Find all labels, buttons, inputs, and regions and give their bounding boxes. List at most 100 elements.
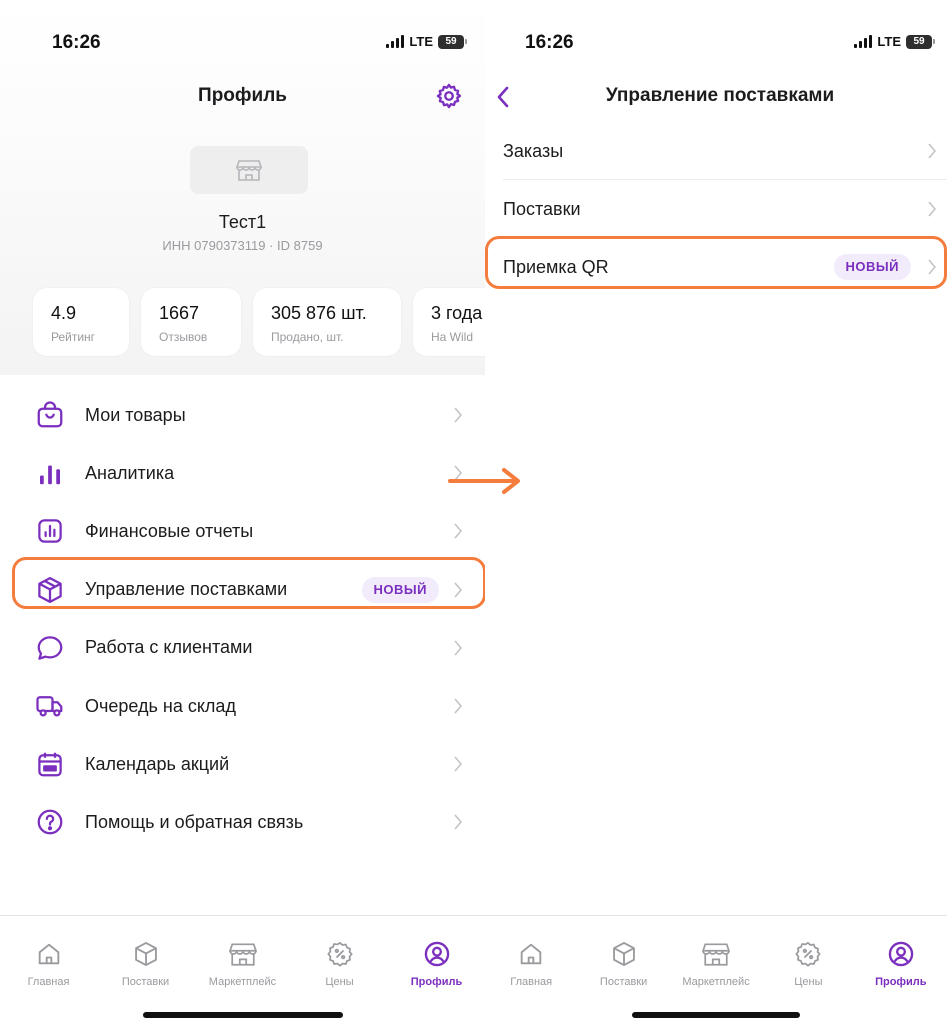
- stat-label: Отзывов: [159, 330, 208, 344]
- tab-profile[interactable]: Профиль: [388, 940, 485, 988]
- chevron-right-icon: [928, 201, 937, 217]
- store-icon: [236, 160, 262, 181]
- status-bar: 16:26 LTE 59: [485, 0, 947, 80]
- tab-marketplace[interactable]: Маркетплейс: [194, 940, 291, 988]
- report-icon: [38, 519, 62, 544]
- tab-label: Профиль: [410, 976, 463, 988]
- menu-item-promo-calendar[interactable]: Календарь акций: [0, 735, 485, 793]
- profile-screen: 16:26 LTE 59 Профиль Тест1 ИНН 079037311…: [0, 0, 485, 1030]
- home-indicator: [632, 1012, 800, 1018]
- menu-item-customer-work[interactable]: Работа с клиентами: [0, 619, 485, 677]
- menu-item-analytics[interactable]: Аналитика: [0, 444, 485, 502]
- menu-item-help[interactable]: Помощь и обратная связь: [0, 793, 485, 851]
- chat-bubble-icon: [37, 636, 63, 660]
- network-label: LTE: [409, 34, 433, 49]
- tab-profile[interactable]: Профиль: [855, 940, 947, 988]
- chevron-right-icon: [454, 407, 463, 423]
- menu-item-orders[interactable]: Заказы: [485, 122, 947, 180]
- tab-home[interactable]: Главная: [0, 940, 97, 988]
- shop-name: Тест1: [218, 212, 267, 232]
- shop-avatar[interactable]: [190, 146, 308, 194]
- home-indicator: [142, 1012, 343, 1018]
- tab-label: Главная: [27, 976, 70, 988]
- battery-icon: 59: [438, 34, 467, 49]
- stat-card-sold: 305 876 шт. Продано, шт.: [253, 288, 401, 356]
- status-indicators: LTE 59: [854, 34, 935, 49]
- tab-label: Главная: [510, 976, 553, 988]
- sale-calendar-icon: [38, 752, 62, 777]
- store-icon: [702, 943, 731, 966]
- bar-chart-icon: [40, 465, 60, 485]
- battery-level: 59: [906, 34, 932, 49]
- box-icon: [612, 941, 635, 967]
- gear-icon[interactable]: [435, 82, 463, 110]
- menu-item-supplies[interactable]: Поставки: [485, 180, 947, 238]
- menu-item-label: Календарь акций: [85, 753, 230, 774]
- profile-icon: [424, 941, 449, 967]
- stat-label: На Wild: [431, 330, 474, 344]
- shop-meta: ИНН 0790373119 · ID 8759: [162, 238, 323, 253]
- chevron-right-icon: [454, 640, 463, 656]
- bag-icon: [37, 401, 63, 428]
- status-time: 16:26: [525, 32, 574, 53]
- percent-badge-icon: [795, 942, 821, 967]
- stat-label: Продано, шт.: [271, 330, 344, 344]
- page-title: Профиль: [198, 85, 287, 106]
- status-indicators: LTE 59: [386, 34, 467, 49]
- menu-item-label: Очередь на склад: [85, 695, 236, 716]
- profile-menu: Мои товары Аналитика Финансовые отчеты У…: [0, 386, 485, 852]
- status-time: 16:26: [52, 32, 101, 53]
- tab-label: Цены: [325, 976, 354, 988]
- battery-icon: 59: [906, 34, 935, 49]
- chevron-right-icon: [928, 143, 937, 159]
- chevron-right-icon: [454, 698, 463, 714]
- tab-label: Поставки: [599, 976, 648, 988]
- tab-supplies[interactable]: Поставки: [97, 940, 194, 988]
- box-icon: [134, 941, 157, 967]
- chevron-right-icon: [454, 756, 463, 772]
- supply-management-screen: 16:26 LTE 59 Управление поставками Заказ…: [485, 0, 947, 1030]
- signal-icon: [386, 35, 405, 48]
- tab-label: Цены: [794, 976, 823, 988]
- page-title: Управление поставками: [605, 85, 835, 106]
- menu-item-label: Аналитика: [85, 462, 175, 483]
- tab-home[interactable]: Главная: [485, 940, 577, 988]
- profile-icon: [888, 941, 914, 967]
- truck-icon: [36, 696, 63, 717]
- home-icon: [520, 943, 542, 965]
- arrow-right-icon: [448, 468, 520, 494]
- highlight-frame: [12, 557, 485, 609]
- menu-item-label: Работа с клиентами: [85, 637, 253, 658]
- tab-label: Маркетплейс: [208, 976, 277, 988]
- tab-bar: Главная Поставки Маркетплейс Цены Профил…: [485, 915, 947, 1030]
- tab-marketplace[interactable]: Маркетплейс: [670, 940, 762, 988]
- stat-card-years: 3 года На Wild: [413, 288, 485, 356]
- status-bar: 16:26 LTE 59: [0, 0, 485, 80]
- menu-item-label: Финансовые отчеты: [85, 520, 254, 541]
- menu-item-my-products[interactable]: Мои товары: [0, 386, 485, 444]
- stat-card-rating: 4.9 Рейтинг: [33, 288, 129, 356]
- tab-supplies[interactable]: Поставки: [577, 940, 669, 988]
- tab-label: Профиль: [875, 976, 927, 988]
- signal-icon: [854, 35, 873, 48]
- store-icon: [228, 943, 257, 966]
- stat-value: 3 года: [431, 303, 483, 323]
- stat-card-reviews: 1667 Отзывов: [141, 288, 241, 356]
- help-icon: [37, 810, 63, 835]
- stat-value: 4.9: [51, 303, 77, 323]
- stats-row[interactable]: 4.9 Рейтинг 1667 Отзывов 305 876 шт. Про…: [33, 288, 485, 356]
- stat-value: 305 876 шт.: [271, 303, 367, 323]
- menu-item-label: Заказы: [503, 140, 564, 161]
- menu-item-warehouse-queue[interactable]: Очередь на склад: [0, 677, 485, 735]
- battery-level: 59: [438, 34, 464, 49]
- tab-label: Поставки: [121, 976, 170, 988]
- chevron-right-icon: [454, 814, 463, 830]
- tab-prices[interactable]: Цены: [762, 940, 854, 988]
- menu-item-label: Поставки: [503, 198, 581, 219]
- tab-prices[interactable]: Цены: [291, 940, 388, 988]
- menu-item-label: Помощь и обратная связь: [85, 811, 304, 832]
- menu-item-financial-reports[interactable]: Финансовые отчеты: [0, 502, 485, 560]
- home-icon: [38, 943, 59, 965]
- network-label: LTE: [877, 34, 901, 49]
- percent-badge-icon: [326, 942, 353, 967]
